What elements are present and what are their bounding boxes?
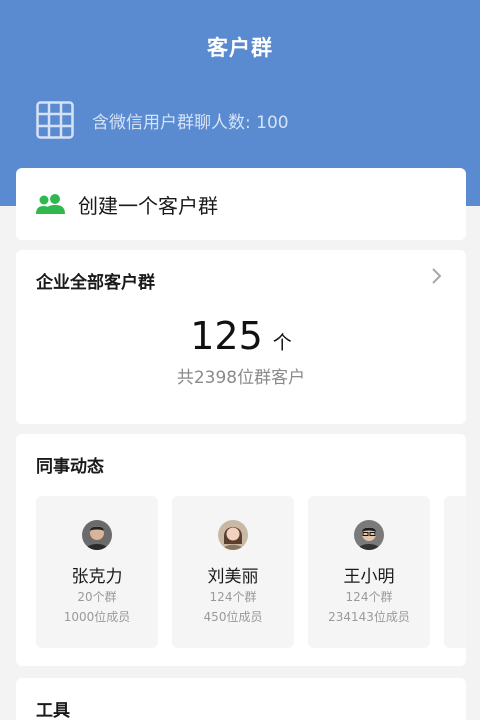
colleague-name: 王小明 <box>343 567 395 587</box>
tools-card: 工具 <box>16 678 466 720</box>
colleague-group-count: 124个群 <box>345 590 393 604</box>
avatar <box>218 520 248 550</box>
group-customer-total: 共2398位群客户 <box>176 368 306 388</box>
tools-title: 工具 <box>36 701 70 720</box>
group-count-number: 125 <box>190 314 263 358</box>
colleague-card-partial[interactable] <box>444 496 466 648</box>
people-icon <box>36 194 65 214</box>
colleague-list[interactable]: 张克力 20个群 1000位成员 刘美丽 124个群 450位成员 王小明 12… <box>36 496 466 648</box>
colleague-member-count: 234143位成员 <box>328 610 410 624</box>
colleague-group-count: 20个群 <box>77 590 117 604</box>
colleague-name: 张克力 <box>71 567 123 587</box>
page-title: 客户群 <box>207 36 273 60</box>
avatar <box>354 520 384 550</box>
grid-icon <box>36 101 74 139</box>
colleague-activity-card: 同事动态 张克力 20个群 1000位成员 刘美丽 124个群 450位成员 王… <box>16 434 466 666</box>
all-groups-title: 企业全部客户群 <box>36 273 155 293</box>
colleague-card[interactable]: 张克力 20个群 1000位成员 <box>36 496 158 648</box>
colleague-activity-title: 同事动态 <box>36 457 104 477</box>
colleague-group-count: 124个群 <box>209 590 257 604</box>
colleague-member-count: 1000位成员 <box>63 610 131 624</box>
create-group-button[interactable]: 创建一个客户群 <box>16 168 466 240</box>
colleague-card[interactable]: 王小明 124个群 234143位成员 <box>308 496 430 648</box>
colleague-name: 刘美丽 <box>207 567 259 587</box>
avatar <box>82 520 112 550</box>
group-count: 125 个 <box>16 314 466 358</box>
chevron-right-icon[interactable] <box>430 266 444 286</box>
group-limit-text: 含微信用户群聊人数: 100 <box>92 112 289 133</box>
all-groups-card[interactable]: 企业全部客户群 125 个 共2398位群客户 <box>16 250 466 424</box>
colleague-card[interactable]: 刘美丽 124个群 450位成员 <box>172 496 294 648</box>
group-limit-info: 含微信用户群聊人数: 100 <box>36 100 289 140</box>
create-group-label: 创建一个客户群 <box>78 193 218 218</box>
group-count-unit: 个 <box>272 332 292 354</box>
colleague-member-count: 450位成员 <box>203 610 263 624</box>
